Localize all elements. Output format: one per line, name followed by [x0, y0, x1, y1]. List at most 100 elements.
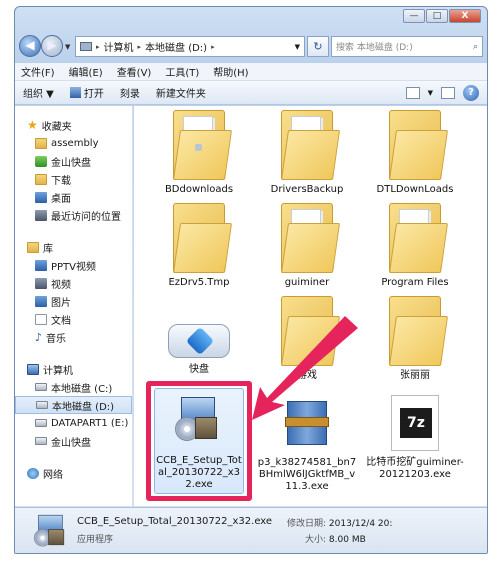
menu-tools[interactable]: 工具(T) — [165, 64, 199, 79]
computer-icon — [27, 363, 39, 375]
sidebar-item-pictures[interactable]: 图片 — [15, 292, 132, 310]
menu-bar: 文件(F) 编辑(E) 查看(V) 工具(T) 帮助(H) — [15, 63, 487, 81]
sidebar-item-assembly[interactable]: assembly — [15, 134, 132, 152]
file-name: DTLDownLoads — [376, 184, 454, 195]
breadcrumb-chevron-icon: ▸ — [137, 42, 142, 51]
burn-button[interactable]: 刻录 — [120, 85, 140, 100]
modified-value: 2013/12/4 20: — [328, 519, 393, 529]
network-icon — [27, 467, 39, 479]
sidebar-item-desktop[interactable]: 桌面 — [15, 188, 132, 206]
folder-icon — [35, 137, 47, 149]
file-name: 游戏 — [297, 370, 317, 381]
sidebar-item-recent-places[interactable]: 最近访问的位置 — [15, 206, 132, 224]
file-item[interactable]: guiminer — [257, 203, 357, 289]
breadcrumb-computer[interactable]: 计算机 — [104, 39, 134, 54]
folder-icon — [281, 296, 341, 366]
file-item[interactable]: ⚙ DriversBackup — [257, 110, 357, 196]
sidebar-item-kuaipan[interactable]: 金山快盘 — [15, 152, 132, 170]
drive-icon — [35, 419, 47, 427]
minimize-button[interactable]: — — [403, 9, 425, 23]
view-controls: ▼ ? — [405, 85, 479, 101]
breadcrumb-drive-d[interactable]: 本地磁盘 (D:) — [145, 39, 207, 54]
sidebar-label: 计算机 — [43, 365, 73, 377]
sidebar-network[interactable]: 网络 — [15, 464, 132, 482]
file-item[interactable]: 快盘 — [149, 318, 249, 376]
video-library-icon — [35, 259, 47, 271]
file-item[interactable]: EzDrv5.Tmp — [149, 203, 249, 289]
folder-icon — [389, 203, 449, 273]
kuaipan-icon — [35, 155, 47, 167]
sidebar-item-kuaipan-drive[interactable]: 金山快盘 — [15, 432, 132, 450]
menu-file[interactable]: 文件(F) — [21, 64, 55, 79]
drive-icon — [35, 383, 47, 391]
7z-icon: 7z — [391, 395, 439, 451]
open-button[interactable]: 打开 — [69, 85, 104, 100]
new-folder-button[interactable]: 新建文件夹 — [156, 85, 206, 100]
sidebar-item-documents[interactable]: 文档 — [15, 310, 132, 328]
address-dropdown-icon[interactable]: ▼ — [295, 43, 300, 51]
forward-button[interactable]: ▶ — [41, 35, 63, 57]
star-icon: ★ — [27, 118, 38, 132]
sidebar-label: 收藏夹 — [41, 121, 72, 133]
file-list: BDdownloads ⚙ DriversBackup DTLDownLoads… — [134, 106, 487, 506]
view-dropdown-icon[interactable]: ▼ — [428, 89, 433, 97]
sidebar-label: assembly — [51, 137, 99, 149]
sidebar-item-drive-c[interactable]: 本地磁盘 (C:) — [15, 378, 132, 396]
sidebar-label: 下载 — [51, 175, 71, 187]
drive-icon — [36, 401, 48, 409]
help-button[interactable]: ? — [463, 85, 479, 101]
sidebar-item-downloads[interactable]: 下载 — [15, 170, 132, 188]
folder-icon — [389, 110, 449, 180]
file-item[interactable]: 张丽丽 — [365, 296, 465, 382]
sidebar-favorites[interactable]: ★ 收藏夹 — [15, 116, 132, 134]
file-name: guiminer — [284, 277, 330, 288]
folder-icon — [281, 203, 341, 273]
file-item-selected[interactable]: CCB_E_Setup_Total_20130722_x32.exe — [154, 388, 244, 494]
library-icon — [27, 241, 39, 253]
modified-label: 修改日期: — [287, 519, 327, 529]
sidebar-item-videos[interactable]: 视频 — [15, 274, 132, 292]
desktop-icon — [35, 191, 47, 203]
drive-icon — [35, 437, 47, 445]
sidebar-computer[interactable]: 计算机 — [15, 360, 132, 378]
sidebar-item-music[interactable]: ♪ 音乐 — [15, 328, 132, 346]
pictures-icon — [35, 295, 47, 307]
sidebar-item-pptv[interactable]: PPTV视频 — [15, 256, 132, 274]
document-icon — [35, 313, 47, 325]
file-item[interactable]: p3_k38274581_bn7BHmlW6lJGktfMB_v11.3.exe — [257, 391, 357, 493]
details-modified: 修改日期: 2013/12/4 20: — [287, 516, 392, 529]
file-item[interactable]: Program Files — [365, 203, 465, 289]
file-item[interactable]: 游戏 — [257, 296, 357, 382]
history-dropdown-icon[interactable]: ▼ — [65, 43, 70, 51]
breadcrumb-chevron-icon: ▸ — [211, 42, 215, 51]
file-item[interactable]: DTLDownLoads — [365, 110, 465, 196]
search-input[interactable]: 搜索 本地磁盘 (D:) ⌕ — [331, 36, 483, 57]
sidebar-label: 音乐 — [46, 333, 67, 345]
sidebar-item-drive-d[interactable]: 本地磁盘 (D:) — [15, 396, 132, 414]
video-icon — [35, 277, 47, 289]
back-button[interactable]: ◀ — [19, 35, 41, 57]
change-view-icon[interactable] — [405, 87, 420, 99]
search-placeholder: 搜索 本地磁盘 (D:) — [336, 43, 413, 53]
address-bar[interactable]: ▸ 计算机 ▸ 本地磁盘 (D:) ▸ ▼ — [75, 36, 305, 57]
folder-icon — [173, 110, 233, 180]
maximize-button[interactable]: □ — [426, 9, 448, 23]
file-item[interactable]: BDdownloads — [149, 110, 249, 196]
installer-icon — [171, 393, 227, 449]
preview-pane-icon[interactable] — [441, 87, 455, 99]
sidebar-item-drive-e[interactable]: DATAPART1 (E:) — [15, 414, 132, 432]
open-icon — [69, 87, 81, 98]
refresh-button[interactable]: ↻ — [307, 36, 329, 57]
organize-button[interactable]: 组织 ▼ — [23, 85, 54, 100]
sidebar-libraries[interactable]: 库 — [15, 238, 132, 256]
menu-help[interactable]: 帮助(H) — [213, 64, 248, 79]
file-name: Program Files — [381, 277, 449, 288]
details-file-type: 应用程序 — [77, 535, 114, 545]
navigation-pane: ★ 收藏夹 assembly 金山快盘 下载 桌面 最近访问的位置 库 PPTV… — [15, 106, 133, 506]
close-button[interactable]: X — [449, 9, 481, 23]
menu-view[interactable]: 查看(V) — [117, 64, 152, 79]
menu-edit[interactable]: 编辑(E) — [69, 64, 103, 79]
file-item[interactable]: 7z 比特币挖矿guiminer-20121203.exe — [365, 391, 465, 481]
installer-icon — [31, 512, 65, 547]
kuaipan-drive-icon — [168, 324, 230, 358]
